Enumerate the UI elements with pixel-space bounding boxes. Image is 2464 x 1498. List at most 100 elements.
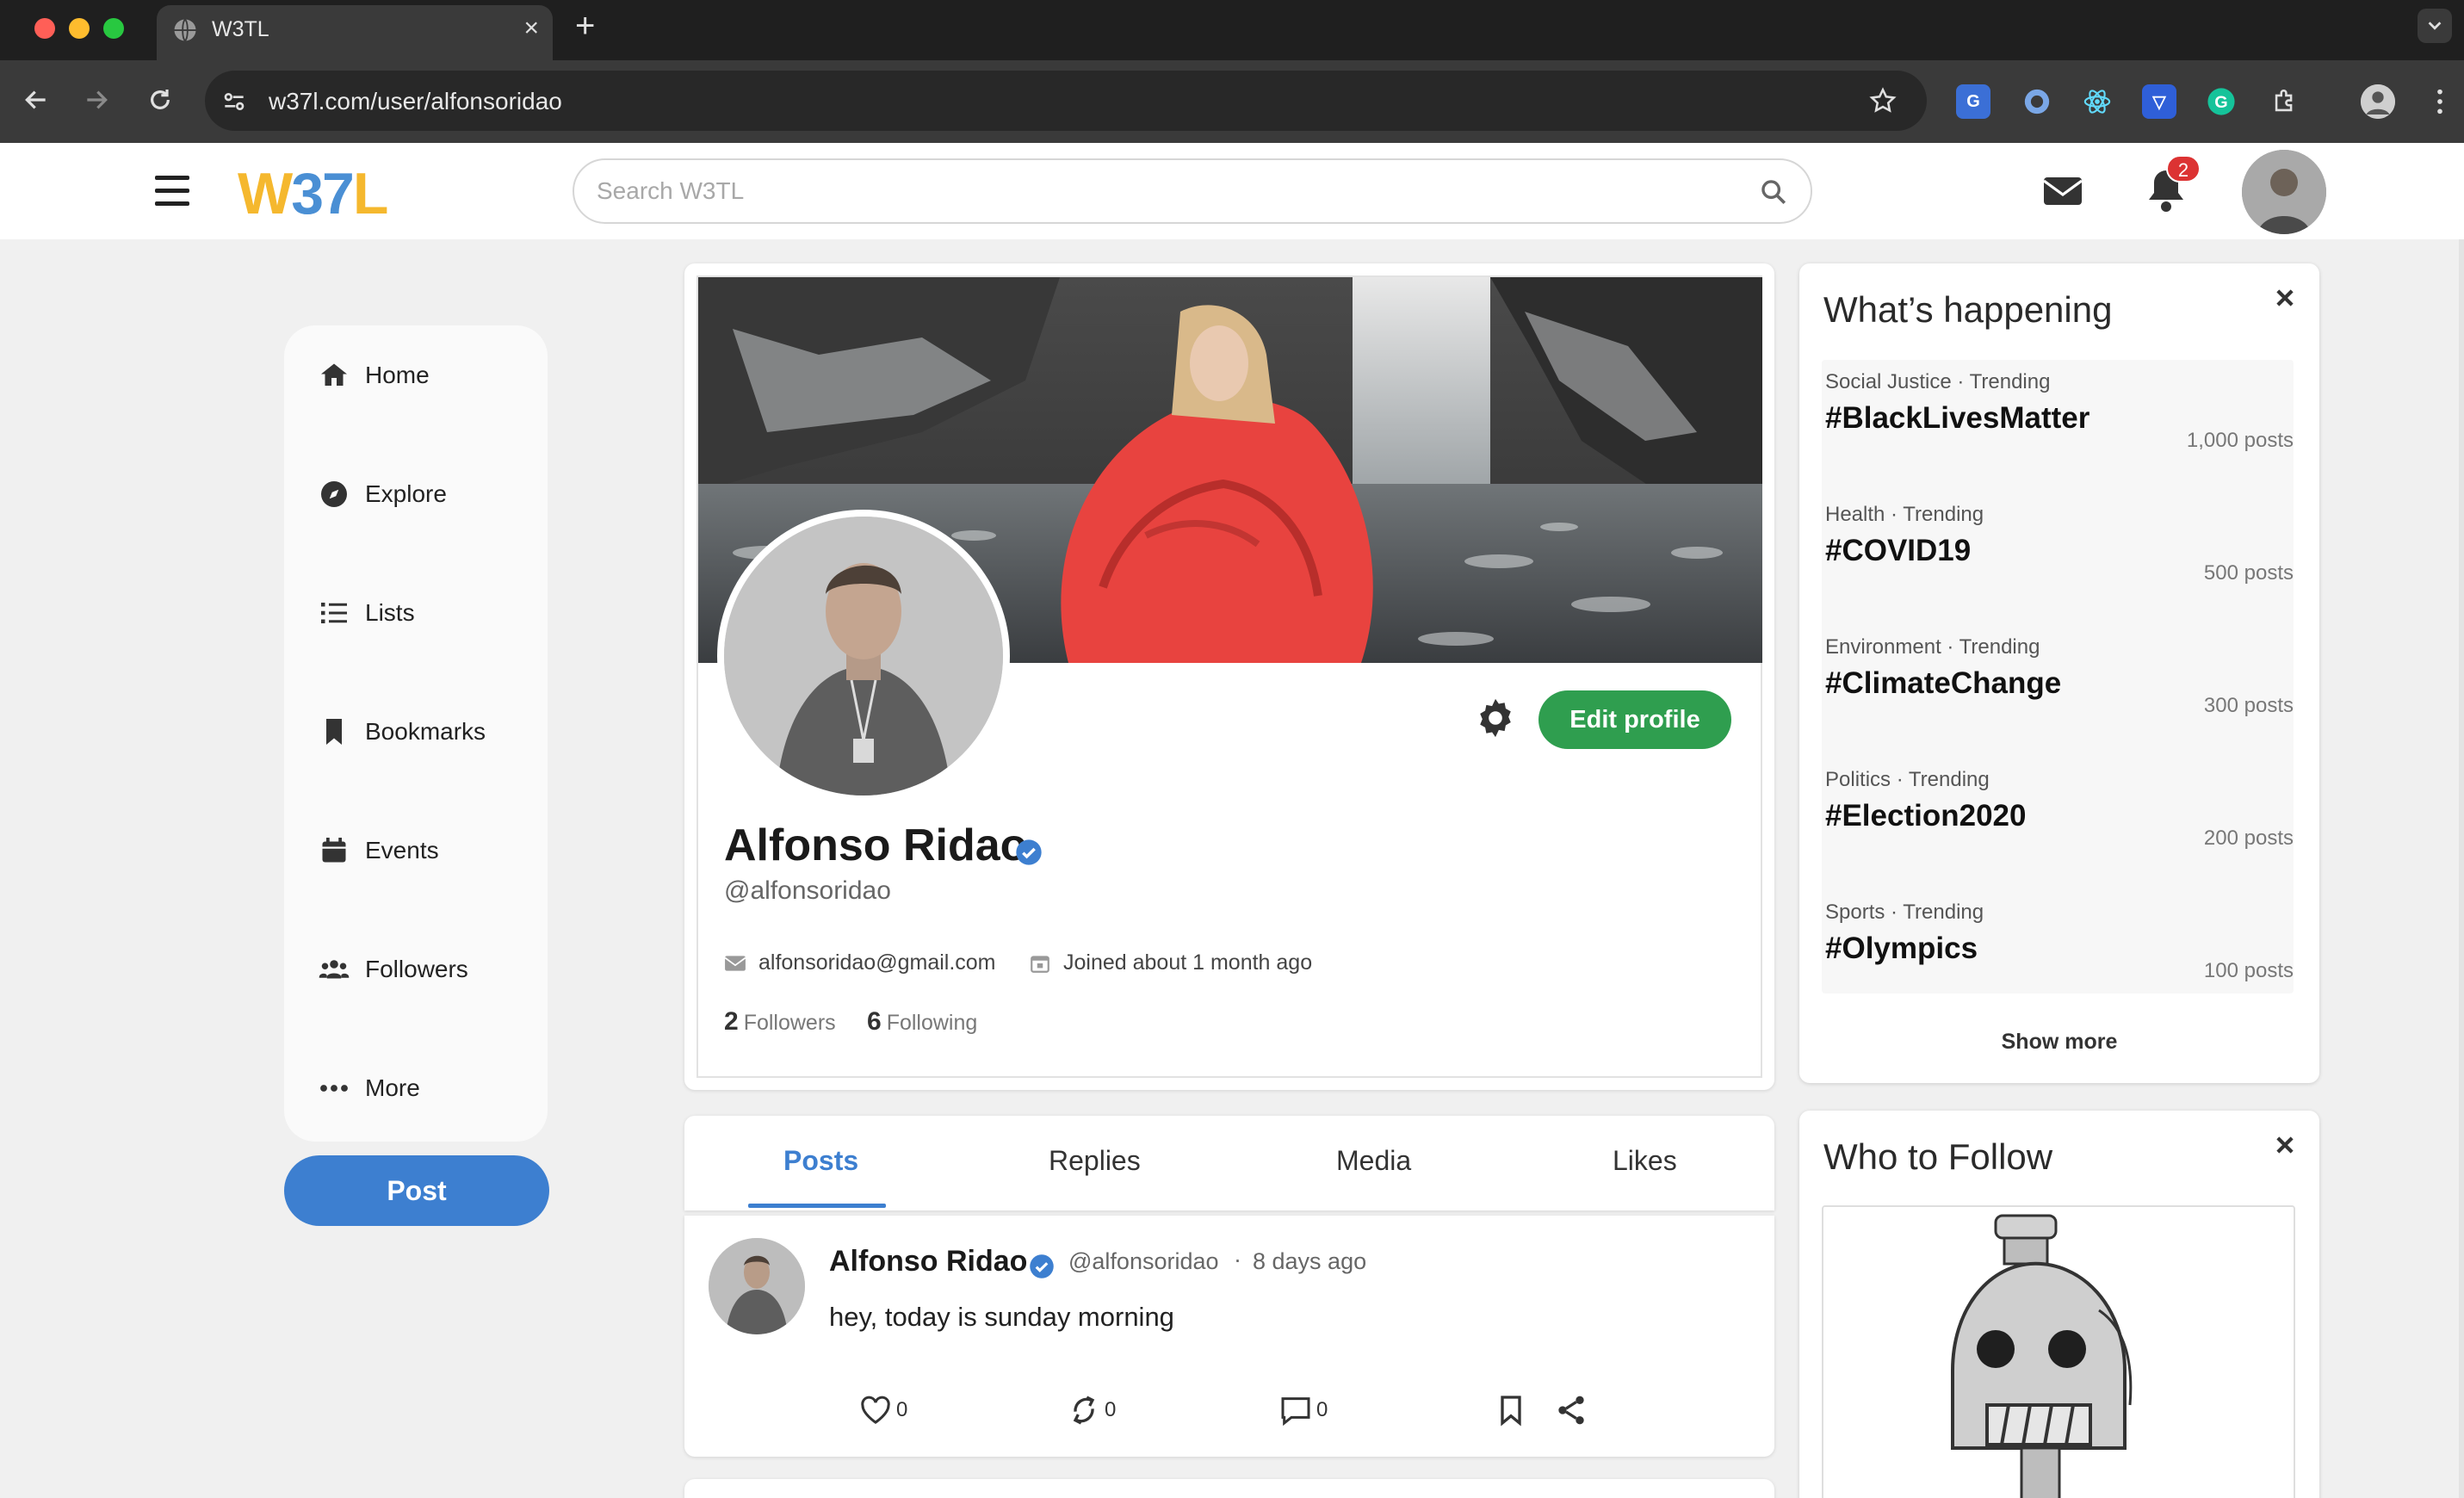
- forward-button[interactable]: [77, 81, 115, 119]
- profile-avatar[interactable]: [717, 510, 1010, 802]
- sidebar-item-more[interactable]: More: [319, 1062, 420, 1114]
- followers-count[interactable]: 2 Followers: [724, 1007, 836, 1037]
- mail-icon: [724, 955, 746, 971]
- post-separator: ·: [1234, 1247, 1241, 1272]
- url-text: w37l.com/user/alfonsoridao: [269, 88, 562, 115]
- address-bar[interactable]: w37l.com/user/alfonsoridao: [205, 71, 1927, 131]
- reload-button[interactable]: [141, 81, 179, 119]
- sidebar-item-label: Lists: [365, 599, 415, 626]
- page-scrollbar[interactable]: [2459, 239, 2464, 1498]
- repost-icon: [1073, 1396, 1095, 1425]
- sidebar-item-label: More: [365, 1074, 420, 1101]
- trend-item[interactable]: Sports · Trending #Olympics 100 posts: [1822, 890, 2294, 1019]
- trend-item[interactable]: Politics · Trending #Election2020 200 po…: [1822, 758, 2294, 887]
- following-count-label: Following: [886, 1011, 978, 1035]
- home-icon: [321, 363, 347, 386]
- sidebar-item-home[interactable]: Home: [319, 350, 430, 401]
- post-button[interactable]: Post: [284, 1155, 549, 1226]
- tab-media[interactable]: Media: [1336, 1145, 1411, 1177]
- verified-badge-icon: [1030, 1254, 1054, 1278]
- site-settings-icon[interactable]: [220, 88, 248, 115]
- react-devtools-icon[interactable]: [2080, 84, 2114, 119]
- trend-item[interactable]: Environment · Trending #ClimateChange 30…: [1822, 625, 2294, 754]
- tab-search-button[interactable]: [2418, 9, 2452, 43]
- followers-count-label: Followers: [743, 1011, 836, 1035]
- sidebar-item-events[interactable]: Events: [319, 825, 439, 876]
- heart-icon: [861, 1396, 890, 1424]
- back-button[interactable]: [17, 81, 55, 119]
- bookmark-icon: [326, 719, 342, 745]
- sidebar-item-label: Events: [365, 837, 439, 864]
- trend-item[interactable]: Health · Trending #COVID19 500 posts: [1822, 492, 2294, 622]
- tab-close-icon[interactable]: ×: [523, 14, 539, 43]
- sidebar-item-followers[interactable]: Followers: [319, 944, 468, 995]
- translate-extension-icon[interactable]: G: [1956, 84, 1990, 119]
- bookmark-icon: [1501, 1396, 1521, 1427]
- calendar-icon: [1031, 955, 1049, 973]
- svg-text:G: G: [2214, 93, 2227, 112]
- notification-badge: 2: [2166, 155, 2201, 183]
- grammarly-icon[interactable]: G: [2204, 84, 2238, 119]
- window-maximize-button[interactable]: [103, 18, 124, 39]
- menu-icon[interactable]: [155, 176, 189, 207]
- circle-extension-icon[interactable]: [2020, 84, 2054, 119]
- show-more-link[interactable]: Show more: [1799, 1030, 2319, 1055]
- edit-profile-button[interactable]: Edit profile: [1538, 690, 1731, 749]
- mail-icon[interactable]: [2042, 174, 2083, 208]
- trend-category: Social Justice · Trending: [1825, 370, 2051, 393]
- gear-icon[interactable]: [1473, 696, 1518, 740]
- post-author-name[interactable]: Alfonso Ridao: [829, 1245, 1027, 1278]
- comment-button[interactable]: 0: [1278, 1393, 1328, 1427]
- verified-badge-icon: [1016, 839, 1042, 865]
- trend-count: 1,000 posts: [2186, 429, 2294, 452]
- share-button[interactable]: [1554, 1393, 1588, 1427]
- logo-w: W: [238, 161, 293, 226]
- sidebar-item-explore[interactable]: Explore: [319, 468, 447, 520]
- left-sidebar: Home Explore Lists Bookmarks Events Foll…: [284, 325, 548, 1142]
- sidebar-item-label: Bookmarks: [365, 718, 486, 745]
- trend-count: 300 posts: [2203, 694, 2294, 717]
- trend-tag: #COVID19: [1825, 534, 1972, 567]
- user-avatar[interactable]: [2242, 150, 2326, 234]
- profile-avatar-icon[interactable]: [2361, 84, 2395, 119]
- tab-posts[interactable]: Posts: [783, 1145, 858, 1177]
- repost-count: 0: [1105, 1398, 1117, 1421]
- profile-joined-text: Joined about 1 month ago: [1063, 950, 1313, 975]
- search-input[interactable]: [597, 172, 1716, 210]
- share-icon: [1558, 1396, 1584, 1425]
- window-close-button[interactable]: [34, 18, 55, 39]
- browser-menu-icon[interactable]: [2423, 84, 2457, 119]
- search-icon[interactable]: [1759, 177, 1788, 207]
- window-minimize-button[interactable]: [69, 18, 90, 39]
- like-button[interactable]: 0: [858, 1393, 907, 1427]
- trend-category: Sports · Trending: [1825, 901, 1984, 924]
- trend-item[interactable]: Social Justice · Trending #BlackLivesMat…: [1822, 360, 2294, 489]
- arrow-left-icon: [25, 90, 46, 109]
- arrow-right-icon: [87, 90, 108, 109]
- close-icon[interactable]: [2273, 286, 2297, 310]
- sidebar-item-bookmarks[interactable]: Bookmarks: [319, 706, 486, 758]
- post-avatar[interactable]: [709, 1238, 805, 1334]
- sidebar-item-lists[interactable]: Lists: [319, 587, 415, 639]
- post-item: Alfonso Ridao @alfonsoridao · 8 days ago…: [684, 1216, 1774, 1457]
- active-tab-indicator: [748, 1204, 886, 1208]
- trending-card: What’s happening Social Justice · Trendi…: [1799, 263, 2319, 1083]
- chevron-down-icon: [2428, 22, 2442, 30]
- tab-likes[interactable]: Likes: [1613, 1145, 1677, 1177]
- bookmark-button[interactable]: [1494, 1393, 1528, 1427]
- tab-replies[interactable]: Replies: [1049, 1145, 1141, 1177]
- site-logo[interactable]: W37L: [238, 160, 388, 227]
- profile-tabs: Posts Replies Media Likes: [684, 1116, 1774, 1210]
- star-icon[interactable]: [1868, 86, 1898, 115]
- post-author-handle[interactable]: @alfonsoridao: [1068, 1248, 1219, 1275]
- reload-icon: [151, 90, 170, 109]
- vpn-extension-icon[interactable]: ▽: [2142, 84, 2176, 119]
- following-count[interactable]: 6 Following: [867, 1007, 977, 1037]
- close-icon[interactable]: [2273, 1133, 2297, 1157]
- followers-count-number: 2: [724, 1007, 739, 1036]
- browser-tab[interactable]: W3TL ×: [157, 5, 553, 60]
- repost-button[interactable]: 0: [1067, 1393, 1116, 1427]
- extensions-puzzle-icon[interactable]: [2268, 84, 2302, 119]
- new-tab-button[interactable]: +: [575, 7, 595, 46]
- suggested-user-card[interactable]: [1822, 1205, 2295, 1498]
